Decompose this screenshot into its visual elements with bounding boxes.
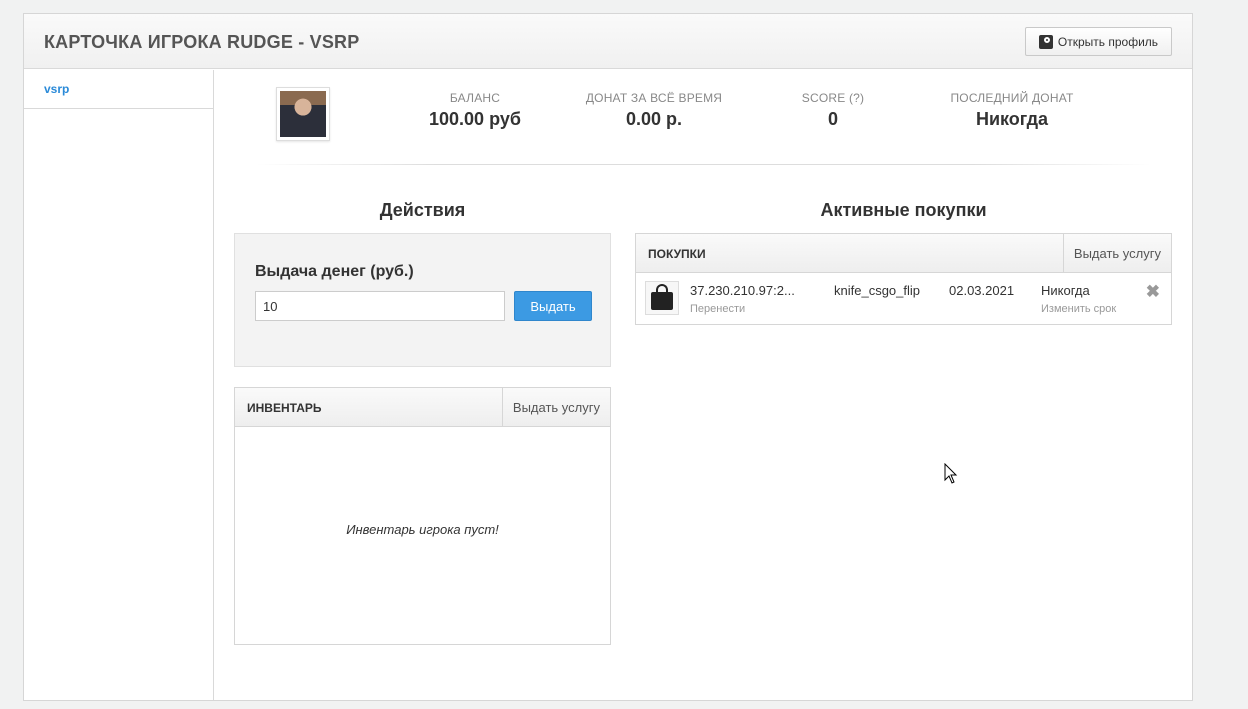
purchase-change-term-link[interactable]: Изменить срок	[1041, 303, 1116, 315]
close-icon[interactable]: ✖	[1146, 282, 1160, 302]
actions-title: Действия	[379, 200, 466, 220]
stat-label: ПОСЛЕДНИЙ ДОНАТ	[950, 91, 1074, 105]
stat-total-donate: ДОНАТ ЗА ВСЁ ВРЕМЯ 0.00 р.	[569, 91, 739, 130]
inventory-title: ИНВЕНТАРЬ	[247, 401, 322, 415]
inventory-give-service-button[interactable]: Выдать услугу	[501, 388, 610, 426]
purchases-box: ПОКУПКИ Выдать услугу 37.230.210.97:2...…	[635, 233, 1172, 325]
stat-value: 0	[827, 109, 838, 129]
money-amount-input[interactable]	[255, 291, 505, 321]
stat-value: Никогда	[975, 109, 1049, 129]
give-money-button[interactable]: Выдать	[514, 291, 592, 321]
stat-last-donate: ПОСЛЕДНИЙ ДОНАТ Никогда	[932, 91, 1092, 130]
mouse-cursor-icon	[944, 463, 958, 484]
purchase-expires: Никогда	[1041, 283, 1090, 298]
inventory-header: ИНВЕНТАРЬ Выдать услугу	[235, 388, 610, 427]
inventory-empty-text: Инвентарь игрока пуст!	[346, 522, 499, 537]
purchases-title: ПОКУПКИ	[648, 247, 706, 261]
sidebar: vsrp	[24, 70, 214, 700]
stat-label: ДОНАТ ЗА ВСЁ ВРЕМЯ	[585, 91, 723, 105]
stat-value: 0.00 р.	[625, 109, 683, 129]
purchase-server: 37.230.210.97:2...	[690, 283, 795, 298]
purchase-item: knife_csgo_flip	[834, 283, 920, 298]
page-title: КАРТОЧКА ИГРОКА RUDGE - VSRP	[44, 32, 360, 52]
purchases-give-service-button[interactable]: Выдать услугу	[1062, 234, 1171, 272]
divider	[256, 164, 1152, 165]
give-money-box: Выдача денег (руб.) Выдать	[234, 233, 611, 367]
panel-header: КАРТОЧКА ИГРОКА RUDGE - VSRP Открыть про…	[24, 14, 1192, 69]
player-card-panel: КАРТОЧКА ИГРОКА RUDGE - VSRP Открыть про…	[23, 13, 1193, 701]
stat-balance: БАЛАНС 100.00 руб	[400, 91, 550, 130]
shopping-bag-icon	[645, 281, 679, 315]
active-purchases-title: Активные покупки	[820, 200, 987, 220]
purchase-date: 02.03.2021	[949, 283, 1015, 298]
stat-score[interactable]: SCORE (?) 0	[778, 91, 888, 130]
sidebar-item-vsrp[interactable]: vsrp	[24, 70, 213, 109]
inventory-box: ИНВЕНТАРЬ Выдать услугу Инвентарь игрока…	[234, 387, 611, 645]
purchase-move-link[interactable]: Перенести	[690, 303, 745, 315]
purchases-header: ПОКУПКИ Выдать услугу	[636, 234, 1171, 273]
purchase-row: 37.230.210.97:2... Перенести knife_csgo_…	[636, 273, 1171, 325]
avatar-image	[280, 91, 326, 137]
open-profile-label: Открыть профиль	[1057, 34, 1159, 49]
stat-value: 100.00 руб	[429, 109, 521, 129]
stat-label: SCORE (?)	[801, 91, 865, 105]
avatar	[276, 87, 330, 141]
steam-icon	[1038, 34, 1053, 49]
give-money-title: Выдача денег (руб.)	[255, 263, 414, 280]
open-profile-button[interactable]: Открыть профиль	[1025, 27, 1172, 56]
stat-label: БАЛАНС	[449, 91, 501, 105]
